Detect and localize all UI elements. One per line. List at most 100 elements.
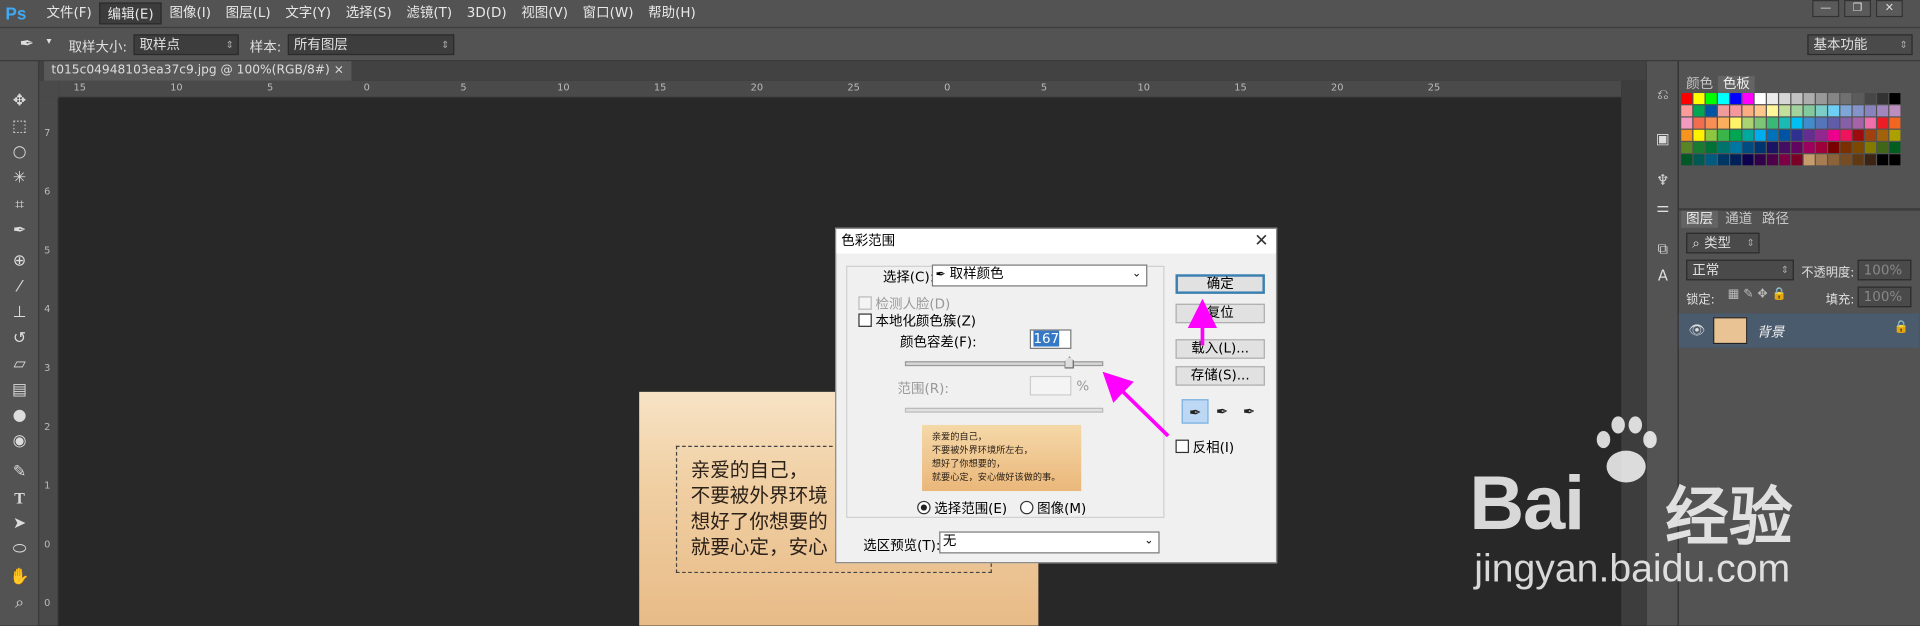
eyedropper-icon[interactable]: ✒ <box>1181 399 1209 424</box>
save-button[interactable]: 存储(S)... <box>1175 366 1265 386</box>
color-swatch[interactable] <box>1852 154 1864 166</box>
stamp-tool-icon[interactable]: ⊥ <box>7 302 31 324</box>
color-swatch[interactable] <box>1705 105 1717 117</box>
color-swatch[interactable] <box>1717 142 1729 154</box>
color-swatch[interactable] <box>1779 117 1791 129</box>
color-swatch[interactable] <box>1717 105 1729 117</box>
menu-item[interactable]: 窗口(W) <box>575 2 640 24</box>
color-swatch[interactable] <box>1730 93 1742 105</box>
color-swatch[interactable] <box>1828 93 1840 105</box>
color-swatch[interactable] <box>1730 129 1742 141</box>
invert-checkbox[interactable] <box>1175 439 1189 454</box>
history-icon[interactable]: ⎌ <box>1653 86 1673 106</box>
ok-button[interactable]: 确定 <box>1175 274 1265 294</box>
color-swatch[interactable] <box>1681 129 1693 141</box>
color-swatch[interactable] <box>1754 142 1766 154</box>
color-swatch[interactable] <box>1852 105 1864 117</box>
shape-tool-icon[interactable]: ⬭ <box>7 539 31 561</box>
close-tab-icon[interactable]: × <box>334 64 344 77</box>
fill-input[interactable]: 100% <box>1857 286 1912 308</box>
color-swatch[interactable] <box>1864 154 1876 166</box>
color-swatch[interactable] <box>1791 142 1803 154</box>
history-brush-tool-icon[interactable]: ↺ <box>7 328 31 350</box>
color-swatch[interactable] <box>1754 93 1766 105</box>
selection-radio[interactable] <box>917 500 931 515</box>
color-swatch[interactable] <box>1742 93 1754 105</box>
tab-layers[interactable]: 图层 <box>1681 210 1718 228</box>
color-swatch[interactable] <box>1803 93 1815 105</box>
color-swatch[interactable] <box>1730 154 1742 166</box>
color-swatch[interactable] <box>1828 117 1840 129</box>
menu-item[interactable]: 滤镜(T) <box>399 2 459 24</box>
color-swatch[interactable] <box>1681 105 1693 117</box>
color-swatch[interactable] <box>1705 93 1717 105</box>
color-swatch[interactable] <box>1877 129 1889 141</box>
clone-source-icon[interactable]: ⧉ <box>1653 240 1673 260</box>
color-swatch[interactable] <box>1717 93 1729 105</box>
tab-paths[interactable]: 路径 <box>1757 211 1794 228</box>
color-swatch[interactable] <box>1779 129 1791 141</box>
hand-tool-icon[interactable]: ✋ <box>7 567 31 589</box>
color-swatch[interactable] <box>1815 93 1827 105</box>
color-swatch[interactable] <box>1766 129 1778 141</box>
sample-size-select[interactable]: 取样点 ⇕ <box>133 34 239 56</box>
color-swatch[interactable] <box>1864 129 1876 141</box>
color-swatch[interactable] <box>1828 142 1840 154</box>
color-swatch[interactable] <box>1705 117 1717 129</box>
color-swatch[interactable] <box>1877 105 1889 117</box>
healing-tool-icon[interactable]: ⊕ <box>7 251 31 273</box>
color-swatch[interactable] <box>1877 142 1889 154</box>
selection-preview[interactable]: 亲爱的自己， 不要被外界环境所左右， 想好了你想要的， 就要心定，安心做好该做的… <box>922 424 1082 492</box>
color-swatch[interactable] <box>1864 93 1876 105</box>
path-selection-tool-icon[interactable]: ➤ <box>7 513 31 535</box>
color-swatch[interactable] <box>1815 105 1827 117</box>
color-swatch[interactable] <box>1791 93 1803 105</box>
move-tool-icon[interactable]: ✥ <box>7 91 31 113</box>
color-swatch[interactable] <box>1742 129 1754 141</box>
image-radio[interactable] <box>1020 500 1034 515</box>
type-tool-icon[interactable]: T <box>7 487 31 509</box>
color-swatch[interactable] <box>1791 105 1803 117</box>
eyedropper-tool-icon[interactable]: ✒ <box>7 220 31 242</box>
tab-swatches[interactable]: 色板 <box>1717 75 1755 94</box>
menu-item[interactable]: 视图(V) <box>514 2 575 24</box>
color-swatch[interactable] <box>1877 117 1889 129</box>
lasso-tool-icon[interactable]: ○ <box>7 142 31 164</box>
range-input[interactable] <box>1029 375 1072 396</box>
reset-button[interactable]: 复位 <box>1175 303 1265 324</box>
color-swatch[interactable] <box>1889 154 1901 166</box>
gradient-tool-icon[interactable]: ▤ <box>7 380 31 402</box>
color-swatch[interactable] <box>1803 154 1815 166</box>
magic-wand-tool-icon[interactable]: ✳ <box>7 168 31 190</box>
color-swatch[interactable] <box>1840 93 1852 105</box>
color-swatch[interactable] <box>1730 142 1742 154</box>
color-swatch[interactable] <box>1742 142 1754 154</box>
adjustments-icon[interactable]: ⚌ <box>1653 198 1673 218</box>
menu-item[interactable]: 图层(L) <box>218 2 278 24</box>
color-swatch[interactable] <box>1730 105 1742 117</box>
menu-item[interactable]: 文字(Y) <box>278 2 338 24</box>
color-swatch[interactable] <box>1730 117 1742 129</box>
blur-tool-icon[interactable]: ● <box>7 405 31 427</box>
color-swatch[interactable] <box>1852 117 1864 129</box>
color-swatch[interactable] <box>1779 105 1791 117</box>
subtract-eyedropper-icon[interactable]: ✒ <box>1236 399 1263 423</box>
color-swatch[interactable] <box>1681 154 1693 166</box>
color-swatch[interactable] <box>1754 117 1766 129</box>
tab-channels[interactable]: 通道 <box>1720 211 1757 228</box>
color-swatch[interactable] <box>1779 154 1791 166</box>
color-swatch[interactable] <box>1791 117 1803 129</box>
color-swatch[interactable] <box>1766 117 1778 129</box>
menu-item[interactable]: 文件(F) <box>39 2 99 24</box>
menu-item[interactable]: 选择(S) <box>338 2 399 24</box>
color-swatch[interactable] <box>1754 129 1766 141</box>
color-swatch[interactable] <box>1705 154 1717 166</box>
color-swatch[interactable] <box>1791 129 1803 141</box>
color-swatch[interactable] <box>1693 105 1705 117</box>
color-swatch[interactable] <box>1766 142 1778 154</box>
menu-item[interactable]: 3D(D) <box>459 2 514 24</box>
color-swatch[interactable] <box>1889 105 1901 117</box>
color-swatch[interactable] <box>1693 117 1705 129</box>
color-swatch[interactable] <box>1889 142 1901 154</box>
minimize-button[interactable]: — <box>1812 0 1840 18</box>
